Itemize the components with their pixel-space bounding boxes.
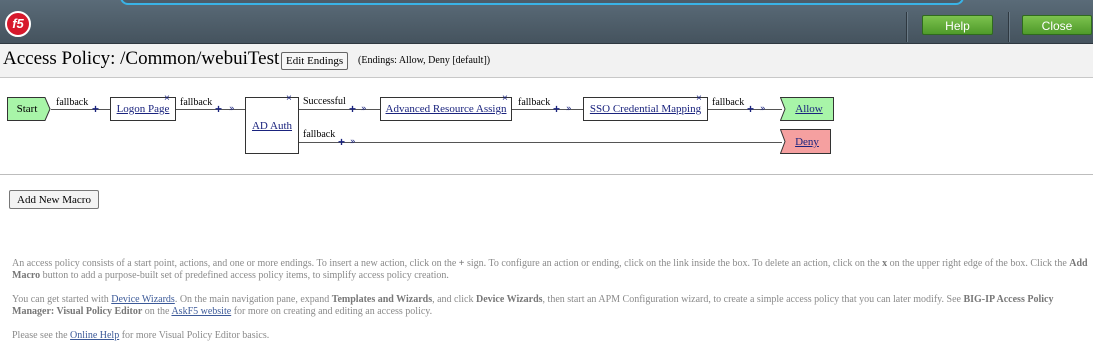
flow-arrow-icon: » bbox=[566, 104, 572, 114]
help-text: sign. To configure an action or ending, … bbox=[464, 258, 883, 269]
deny-ending-label: Deny bbox=[786, 136, 828, 148]
askf5-website-link[interactable]: AskF5 website bbox=[171, 306, 231, 317]
insert-action-button[interactable]: + bbox=[349, 103, 356, 115]
help-text: Please see the bbox=[12, 330, 71, 341]
flow-arrow-icon: » bbox=[350, 137, 356, 147]
help-text: You can get started with bbox=[12, 294, 112, 305]
help-paragraph-intro: An access policy consists of a start poi… bbox=[12, 258, 1090, 282]
close-button[interactable]: Close bbox=[1022, 15, 1092, 35]
help-text: . On the main navigation pane, expand bbox=[174, 294, 332, 305]
toolbar-divider bbox=[1008, 12, 1010, 42]
help-bold: Device Wizards bbox=[475, 294, 543, 305]
sso-credential-mapping-link[interactable]: SSO Credential Mapping bbox=[590, 103, 701, 115]
start-label: Start bbox=[16, 103, 38, 115]
branch-label: Successful bbox=[303, 96, 346, 107]
deny-ending: Deny bbox=[780, 129, 831, 154]
help-text: An access policy consists of a start poi… bbox=[12, 258, 459, 269]
allow-ending-link[interactable]: Allow bbox=[795, 103, 823, 115]
branch-label: fallback bbox=[518, 97, 551, 108]
allow-ending-label: Allow bbox=[786, 103, 832, 115]
help-text: for more on creating and editing an acce… bbox=[231, 306, 433, 317]
f5-logo-icon: f5 bbox=[5, 11, 31, 37]
page-title: Access Policy: /Common/webuiTest bbox=[3, 48, 280, 69]
top-highlight-bar bbox=[120, 0, 964, 5]
flow-arrow-icon: » bbox=[760, 104, 766, 114]
delete-ad-auth-icon[interactable]: × bbox=[286, 94, 292, 104]
branch-label: fallback bbox=[712, 97, 745, 108]
branch-label: fallback bbox=[303, 129, 336, 140]
connector-line bbox=[708, 109, 782, 110]
title-row: Access Policy: /Common/webuiTest Edit En… bbox=[0, 44, 1093, 78]
ad-auth-link[interactable]: AD Auth bbox=[252, 120, 292, 132]
flow-arrow-icon: » bbox=[229, 104, 235, 114]
connector-line bbox=[299, 109, 380, 110]
insert-action-button[interactable]: + bbox=[553, 103, 560, 115]
delete-advanced-resource-assign-icon[interactable]: × bbox=[502, 94, 508, 104]
allow-ending: Allow bbox=[780, 97, 834, 121]
logon-page-link[interactable]: Logon Page bbox=[117, 103, 170, 115]
add-new-macro-button[interactable]: Add New Macro bbox=[9, 190, 99, 209]
branch-label: fallback bbox=[56, 97, 89, 108]
help-button[interactable]: Help bbox=[922, 15, 993, 35]
connector-line bbox=[176, 109, 245, 110]
connector-line bbox=[51, 109, 110, 110]
advanced-resource-assign-node: Advanced Resource Assign bbox=[380, 97, 512, 121]
help-text: , then start an APM Configuration wizard… bbox=[542, 294, 964, 305]
insert-action-button[interactable]: + bbox=[338, 136, 345, 148]
top-toolbar: f5 Help Close bbox=[0, 0, 1093, 44]
help-paragraph-wizards: You can get started with Device Wizards.… bbox=[12, 294, 1090, 318]
ad-auth-node: AD Auth bbox=[245, 97, 299, 154]
start-node: Start bbox=[7, 97, 51, 121]
device-wizards-link[interactable]: Device Wizards bbox=[111, 294, 175, 305]
edit-endings-button[interactable]: Edit Endings bbox=[281, 52, 349, 70]
policy-canvas: Start fallback + Logon Page × fallback +… bbox=[0, 78, 1093, 175]
flow-arrow-icon: » bbox=[361, 104, 367, 114]
online-help-link[interactable]: Online Help bbox=[70, 330, 119, 341]
help-text: button to add a purpose-built set of pre… bbox=[40, 270, 449, 281]
connector-line bbox=[299, 142, 782, 143]
insert-action-button[interactable]: + bbox=[215, 103, 222, 115]
help-paragraph-online-help: Please see the Online Help for more Visu… bbox=[12, 330, 1090, 342]
sso-credential-mapping-node: SSO Credential Mapping bbox=[583, 97, 708, 121]
endings-info: (Endings: Allow, Deny [default]) bbox=[358, 55, 491, 66]
insert-action-button[interactable]: + bbox=[92, 103, 99, 115]
help-text: on the upper right edge of the box. Clic… bbox=[887, 258, 1070, 269]
delete-sso-credential-mapping-icon[interactable]: × bbox=[696, 94, 702, 104]
branch-label: fallback bbox=[180, 97, 213, 108]
help-bold: Templates and Wizards bbox=[331, 294, 433, 305]
help-text: for more Visual Policy Editor basics. bbox=[119, 330, 270, 341]
insert-action-button[interactable]: + bbox=[747, 103, 754, 115]
toolbar-divider bbox=[906, 12, 908, 42]
deny-ending-link[interactable]: Deny bbox=[795, 136, 819, 148]
help-text: , and click bbox=[432, 294, 476, 305]
help-text: on the bbox=[142, 306, 172, 317]
connector-line bbox=[512, 109, 583, 110]
advanced-resource-assign-link[interactable]: Advanced Resource Assign bbox=[386, 103, 507, 115]
delete-logon-page-icon[interactable]: × bbox=[164, 94, 170, 104]
